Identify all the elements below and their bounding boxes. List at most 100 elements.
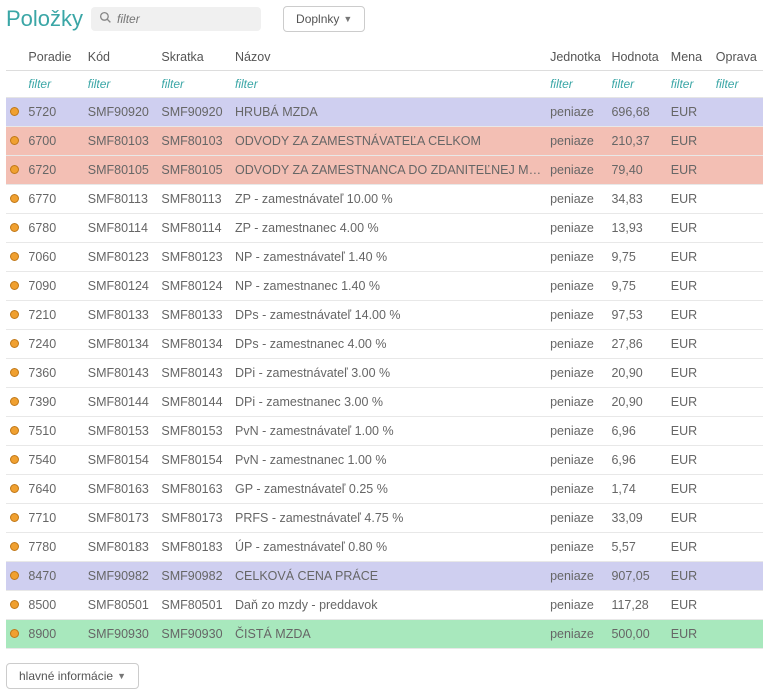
col-header-hodnota[interactable]: Hodnota <box>607 44 666 71</box>
table-row[interactable]: 7360SMF80143SMF80143DPi - zamestnávateľ … <box>6 359 763 388</box>
cell-skratka: SMF80124 <box>157 272 231 301</box>
cell-nazov: PRFS - zamestnávateľ 4.75 % <box>231 504 546 533</box>
cell-mena: EUR <box>667 533 712 562</box>
search-input[interactable] <box>117 12 253 26</box>
status-cell <box>6 156 24 185</box>
cell-hodnota: 907,05 <box>607 562 666 591</box>
cell-poradie: 7090 <box>24 272 83 301</box>
cell-kod: SMF80501 <box>84 591 158 620</box>
cell-nazov: DPs - zamestnávateľ 14.00 % <box>231 301 546 330</box>
page-title: Položky <box>6 6 83 32</box>
table-row[interactable]: 7090SMF80124SMF80124NP - zamestnanec 1.4… <box>6 272 763 301</box>
filter-nazov[interactable]: filter <box>231 71 546 98</box>
table-row[interactable]: 7780SMF80183SMF80183ÚP - zamestnávateľ 0… <box>6 533 763 562</box>
cell-skratka: SMF80113 <box>157 185 231 214</box>
status-cell <box>6 127 24 156</box>
cell-hodnota: 20,90 <box>607 359 666 388</box>
filter-box[interactable] <box>91 7 261 31</box>
cell-jednotka: peniaze <box>546 620 607 649</box>
status-cell <box>6 446 24 475</box>
cell-oprava <box>712 533 763 562</box>
col-header-poradie[interactable]: Poradie <box>24 44 83 71</box>
table-row[interactable]: 7390SMF80144SMF80144DPi - zamestnanec 3.… <box>6 388 763 417</box>
status-cell <box>6 620 24 649</box>
table-row[interactable]: 7060SMF80123SMF80123NP - zamestnávateľ 1… <box>6 243 763 272</box>
table-row[interactable]: 6770SMF80113SMF80113ZP - zamestnávateľ 1… <box>6 185 763 214</box>
filter-skratka[interactable]: filter <box>157 71 231 98</box>
cell-skratka: SMF80154 <box>157 446 231 475</box>
filter-oprava[interactable]: filter <box>712 71 763 98</box>
col-header-skratka[interactable]: Skratka <box>157 44 231 71</box>
table-row[interactable]: 7210SMF80133SMF80133DPs - zamestnávateľ … <box>6 301 763 330</box>
table-row[interactable]: 6780SMF80114SMF80114ZP - zamestnanec 4.0… <box>6 214 763 243</box>
filter-mena[interactable]: filter <box>667 71 712 98</box>
cell-hodnota: 27,86 <box>607 330 666 359</box>
table-header-row: Poradie Kód Skratka Názov Jednotka Hodno… <box>6 44 763 71</box>
cell-mena: EUR <box>667 301 712 330</box>
cell-skratka: SMF80143 <box>157 359 231 388</box>
table-row[interactable]: 7510SMF80153SMF80153PvN - zamestnávateľ … <box>6 417 763 446</box>
filter-poradie[interactable]: filter <box>24 71 83 98</box>
cell-jednotka: peniaze <box>546 127 607 156</box>
table-row[interactable]: 8500SMF80501SMF80501Daň zo mzdy - predda… <box>6 591 763 620</box>
main-info-button[interactable]: hlavné informácie ▼ <box>6 663 139 689</box>
cell-skratka: SMF80183 <box>157 533 231 562</box>
table-row[interactable]: 8900SMF90930SMF90930ČISTÁ MZDApeniaze500… <box>6 620 763 649</box>
status-cell <box>6 562 24 591</box>
status-dot-icon <box>10 397 19 406</box>
col-header-kod[interactable]: Kód <box>84 44 158 71</box>
table-row[interactable]: 7640SMF80163SMF80163GP - zamestnávateľ 0… <box>6 475 763 504</box>
cell-skratka: SMF80103 <box>157 127 231 156</box>
table-row[interactable]: 6700SMF80103SMF80103ODVODY ZA ZAMESTNÁVA… <box>6 127 763 156</box>
cell-jednotka: peniaze <box>546 388 607 417</box>
cell-mena: EUR <box>667 591 712 620</box>
filter-jednotka[interactable]: filter <box>546 71 607 98</box>
table-filter-row: filter filter filter filter filter filte… <box>6 71 763 98</box>
table-row[interactable]: 7240SMF80134SMF80134DPs - zamestnanec 4.… <box>6 330 763 359</box>
status-dot-icon <box>10 165 19 174</box>
table-row[interactable]: 7710SMF80173SMF80173PRFS - zamestnávateľ… <box>6 504 763 533</box>
cell-hodnota: 117,28 <box>607 591 666 620</box>
cell-mena: EUR <box>667 504 712 533</box>
col-header-oprava[interactable]: Oprava <box>712 44 763 71</box>
cell-hodnota: 79,40 <box>607 156 666 185</box>
filter-hodnota[interactable]: filter <box>607 71 666 98</box>
cell-poradie: 7240 <box>24 330 83 359</box>
cell-jednotka: peniaze <box>546 475 607 504</box>
cell-nazov: DPi - zamestnanec 3.00 % <box>231 388 546 417</box>
col-header-jednotka[interactable]: Jednotka <box>546 44 607 71</box>
cell-oprava <box>712 127 763 156</box>
table-row[interactable]: 8470SMF90982SMF90982CELKOVÁ CENA PRÁCEpe… <box>6 562 763 591</box>
status-dot-icon <box>10 310 19 319</box>
cell-kod: SMF80103 <box>84 127 158 156</box>
status-cell <box>6 272 24 301</box>
cell-skratka: SMF80153 <box>157 417 231 446</box>
table-row[interactable]: 6720SMF80105SMF80105ODVODY ZA ZAMESTNANC… <box>6 156 763 185</box>
cell-jednotka: peniaze <box>546 591 607 620</box>
cell-mena: EUR <box>667 272 712 301</box>
status-dot-icon <box>10 600 19 609</box>
cell-skratka: SMF80501 <box>157 591 231 620</box>
status-dot-icon <box>10 223 19 232</box>
col-header-mena[interactable]: Mena <box>667 44 712 71</box>
filter-kod[interactable]: filter <box>84 71 158 98</box>
cell-nazov: GP - zamestnávateľ 0.25 % <box>231 475 546 504</box>
cell-poradie: 7710 <box>24 504 83 533</box>
cell-nazov: ČISTÁ MZDA <box>231 620 546 649</box>
cell-poradie: 8470 <box>24 562 83 591</box>
cell-poradie: 5720 <box>24 98 83 127</box>
cell-kod: SMF80143 <box>84 359 158 388</box>
cell-poradie: 8900 <box>24 620 83 649</box>
addons-button[interactable]: Doplnky ▼ <box>283 6 365 32</box>
status-cell <box>6 185 24 214</box>
status-dot-icon <box>10 455 19 464</box>
cell-jednotka: peniaze <box>546 533 607 562</box>
cell-nazov: Daň zo mzdy - preddavok <box>231 591 546 620</box>
table-row[interactable]: 5720SMF90920SMF90920HRUBÁ MZDApeniaze696… <box>6 98 763 127</box>
cell-jednotka: peniaze <box>546 301 607 330</box>
cell-kod: SMF90982 <box>84 562 158 591</box>
main-info-label: hlavné informácie <box>19 669 113 683</box>
table-row[interactable]: 7540SMF80154SMF80154PvN - zamestnanec 1.… <box>6 446 763 475</box>
cell-kod: SMF80123 <box>84 243 158 272</box>
col-header-nazov[interactable]: Názov <box>231 44 546 71</box>
